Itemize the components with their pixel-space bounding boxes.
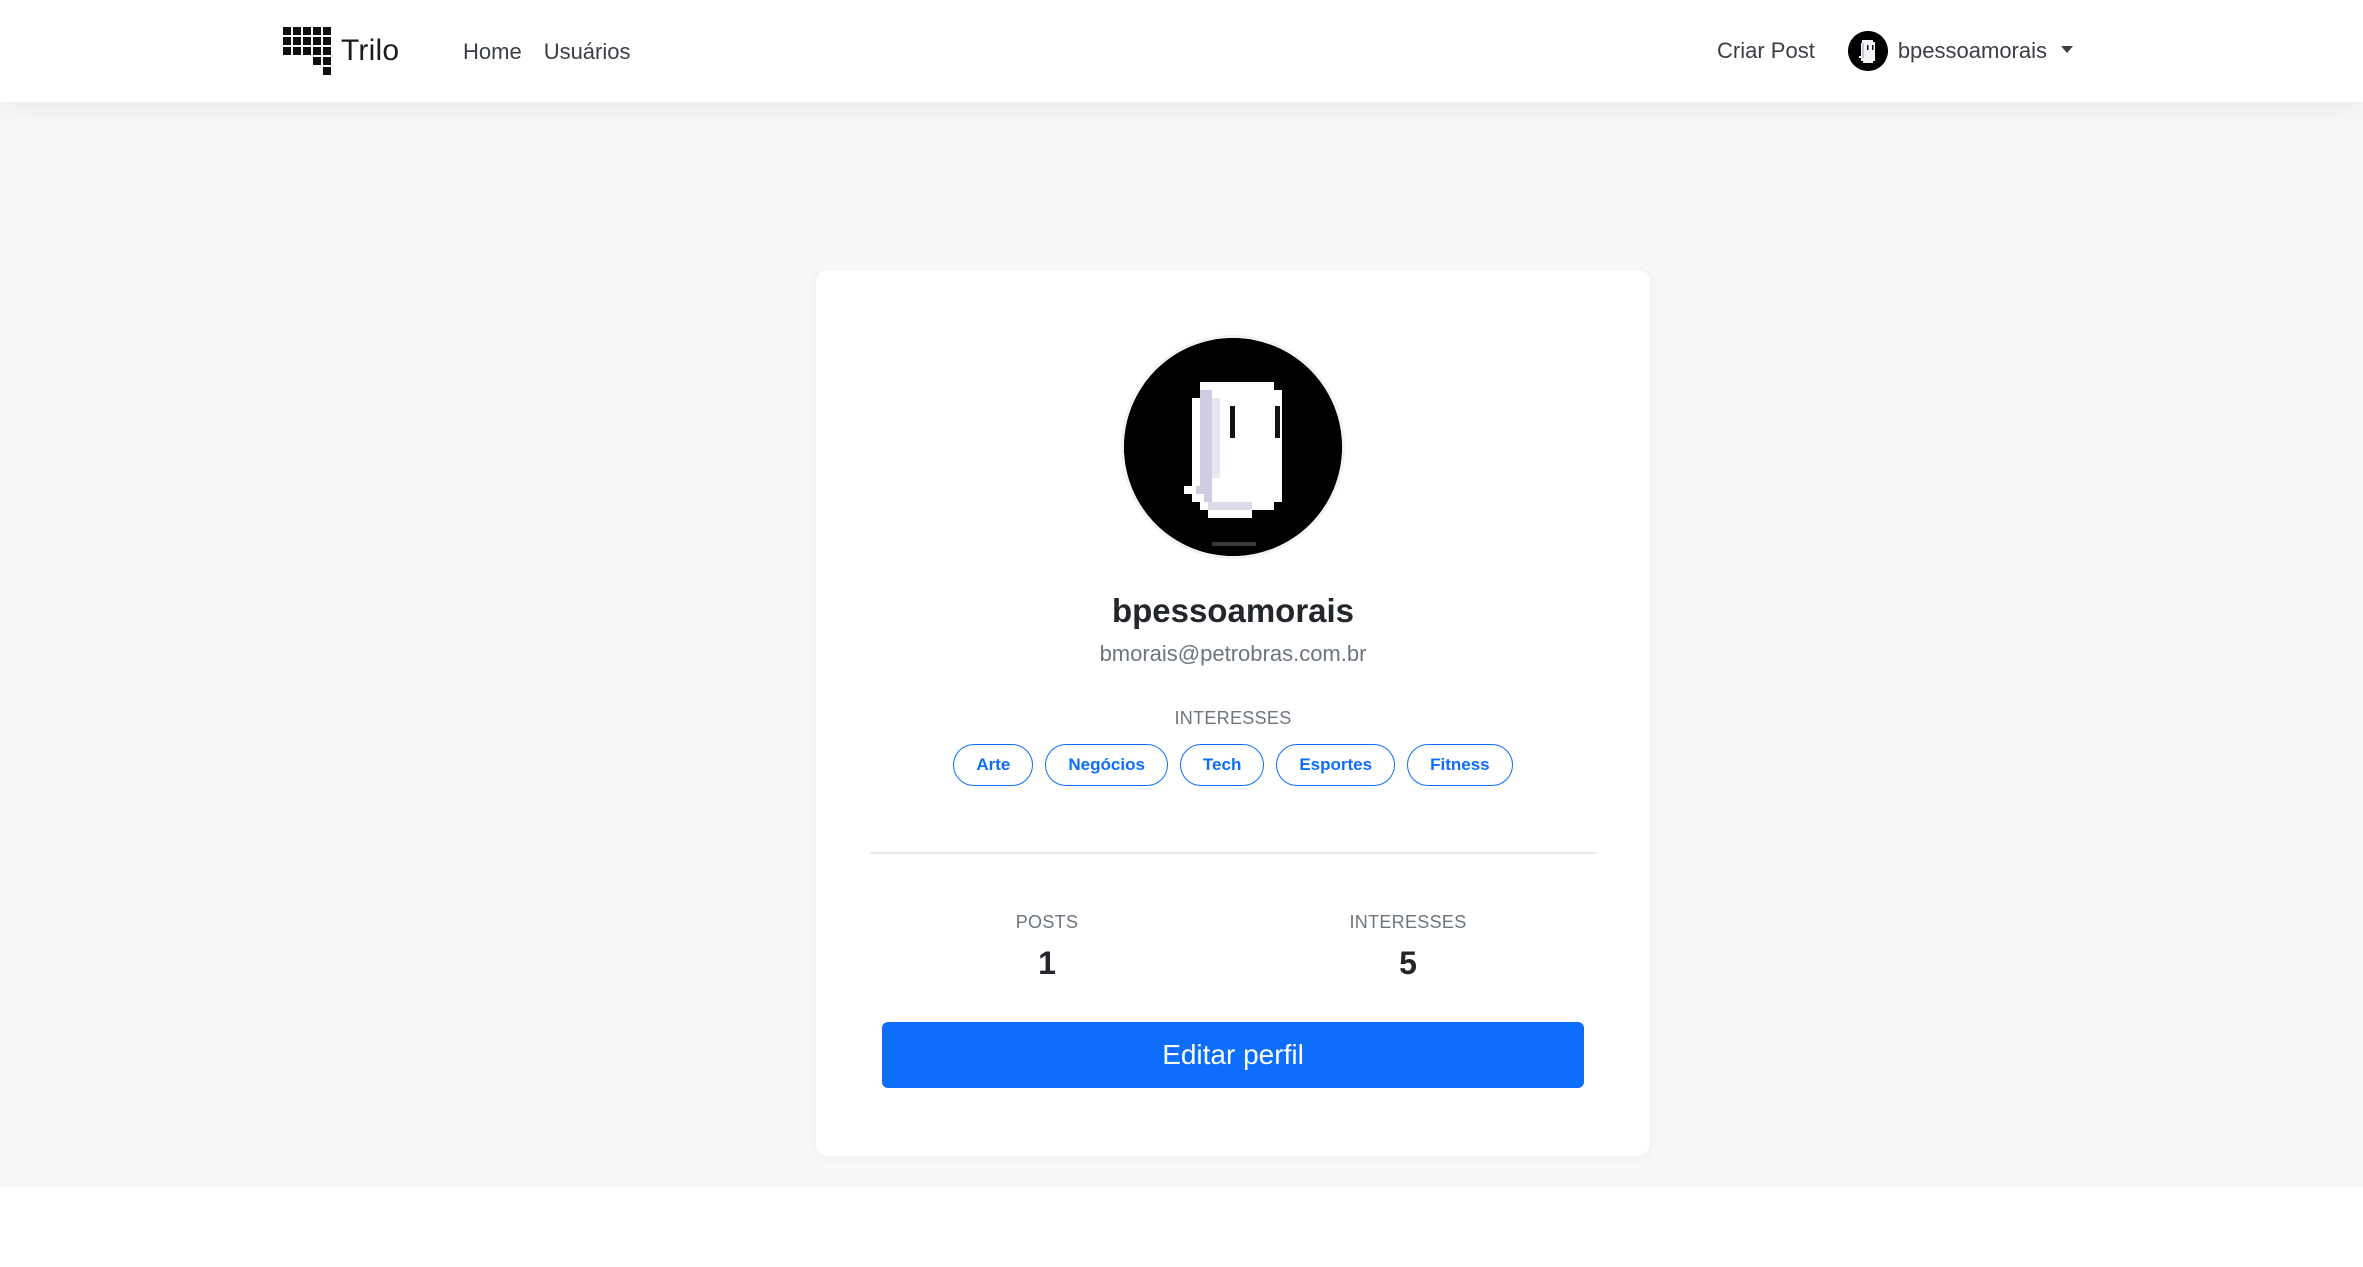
brand-link[interactable]: Trilo <box>283 27 399 75</box>
edit-profile-button[interactable]: Editar perfil <box>882 1022 1584 1088</box>
profile-avatar <box>1124 338 1342 556</box>
interest-tag-negocios[interactable]: Negócios <box>1045 744 1168 786</box>
nav-username: bpessoamorais <box>1897 38 2047 63</box>
interest-tag-esportes[interactable]: Esportes <box>1276 744 1396 786</box>
interest-tag-fitness[interactable]: Fitness <box>1407 744 1513 786</box>
stat-posts-label: POSTS <box>1015 912 1079 932</box>
profile-card: bpessoamorais bmorais@petrobras.com.br I… <box>816 270 1650 1156</box>
stat-interests: INTERESSES 5 <box>1288 910 1528 982</box>
profile-username: bpessoamorais <box>1111 592 1355 629</box>
nav-link-usuarios[interactable]: Usuários <box>544 34 631 70</box>
stat-interests-label: INTERESSES <box>1349 912 1467 932</box>
create-post-link[interactable]: Criar Post <box>1717 38 1815 64</box>
stat-interests-value: 5 <box>1399 945 1417 981</box>
interest-tag-tech[interactable]: Tech <box>1179 744 1265 786</box>
brand-name: Trilo <box>341 34 400 67</box>
divider <box>870 852 1596 854</box>
user-menu-toggle[interactable]: bpessoamorais <box>1847 31 2073 71</box>
main-nav: Home Usuários <box>463 34 631 70</box>
main-content: bpessoamorais bmorais@petrobras.com.br I… <box>0 102 2363 1187</box>
nav-link-home[interactable]: Home <box>463 34 522 70</box>
interests-heading: INTERESSES <box>1174 708 1292 728</box>
stat-posts-value: 1 <box>1038 945 1056 981</box>
grid-logo-icon <box>283 27 331 75</box>
ghost-avatar-icon <box>1847 31 1888 71</box>
interest-tags: Arte Negócios Tech Esportes Fitness <box>816 744 1650 786</box>
caret-down-icon <box>2061 45 2073 53</box>
profile-email: bmorais@petrobras.com.br <box>1099 641 1367 666</box>
interest-tag-arte[interactable]: Arte <box>953 744 1034 786</box>
nav-right: Criar Post bpessoamorais <box>1717 28 2073 74</box>
navbar: Trilo Home Usuários Criar Post bpessoamo… <box>0 0 2363 102</box>
stat-posts: POSTS 1 <box>927 910 1167 982</box>
